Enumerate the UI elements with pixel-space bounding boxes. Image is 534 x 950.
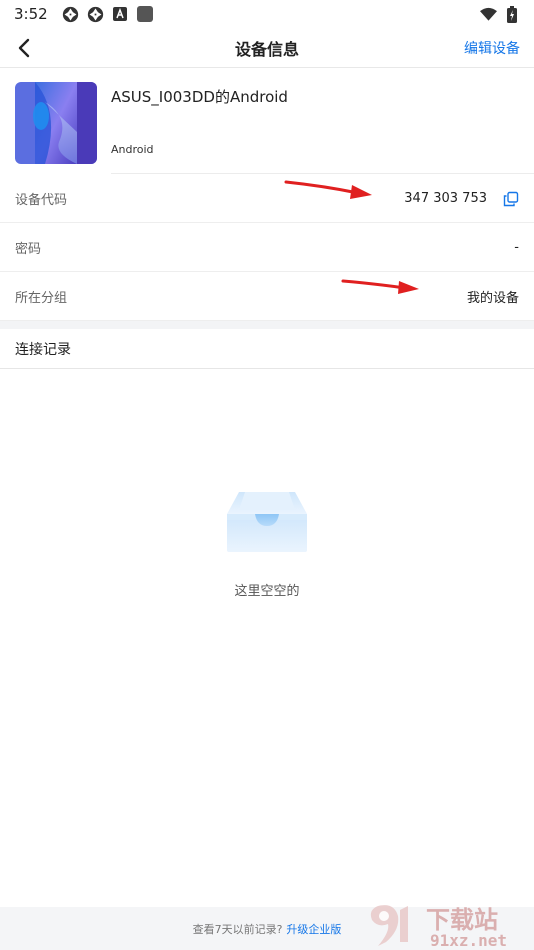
aperture-icon [62, 6, 79, 23]
system-icons [480, 5, 520, 23]
footer-text: 查看7天以前记录? [192, 922, 283, 936]
group-label: 所在分组 [15, 291, 68, 306]
device-thumbnail [15, 82, 97, 164]
wifi-icon [480, 6, 497, 23]
upgrade-link[interactable]: 升级企业版 [286, 921, 341, 937]
page-title: 设备信息 [234, 39, 299, 59]
group-value: 我的设备 [466, 291, 519, 306]
chevron-left-icon [18, 38, 30, 58]
a-box-icon [112, 6, 129, 23]
watermark-logo: 下载站 91xz.net [364, 902, 532, 950]
empty-message: 这里空空的 [234, 584, 300, 599]
square-icon [137, 6, 154, 23]
empty-state: 这里空空的 [0, 480, 534, 599]
divider [111, 173, 534, 174]
device-name: ASUS_I003DD的Android [111, 88, 288, 106]
empty-tray-icon [225, 480, 309, 554]
connection-records-header: 连接记录 [0, 329, 534, 369]
watermark-brand: 下载站 [426, 906, 498, 934]
info-row-password: 密码 - [0, 224, 534, 272]
copy-icon[interactable] [503, 191, 519, 207]
status-time: 3:52 [14, 5, 48, 23]
notification-icons [62, 6, 154, 23]
edit-device-button[interactable]: 编辑设备 [464, 38, 520, 58]
password-label: 密码 [15, 242, 42, 257]
aperture-icon [87, 6, 104, 23]
password-value: - [514, 240, 519, 255]
app-header: 设备信息 编辑设备 [0, 28, 534, 68]
device-code-label: 设备代码 [15, 193, 68, 208]
back-button[interactable] [10, 34, 38, 62]
device-code-value: 347 303 753 [404, 191, 487, 206]
device-card: ASUS_I003DD的Android Android [0, 68, 534, 174]
battery-charging-icon [503, 5, 520, 23]
section-title: 连接记录 [15, 341, 71, 358]
status-bar: 3:52 [0, 0, 534, 28]
info-row-device-code: 设备代码 347 303 753 [0, 175, 534, 223]
watermark-domain: 91xz.net [430, 931, 507, 948]
section-gap [0, 321, 534, 329]
device-os: Android [111, 143, 154, 156]
info-row-group[interactable]: 所在分组 我的设备 [0, 273, 534, 321]
